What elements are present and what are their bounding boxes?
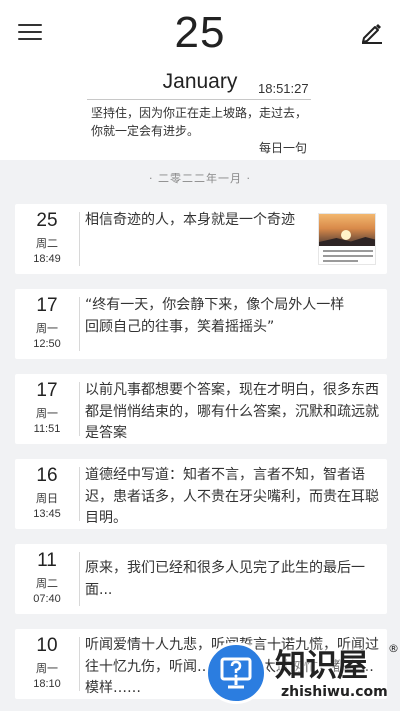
entry-day: 16	[36, 465, 58, 486]
entry-date: 11 周二 07:40	[15, 544, 79, 614]
entry-time: 07:40	[33, 593, 61, 605]
entry-weekday: 周一	[36, 322, 58, 335]
entry-time: 13:45	[33, 508, 61, 520]
entry-card[interactable]: 25 周二 18:49 相信奇迹的人，本身就是一个奇迹	[15, 204, 387, 274]
entry-weekday: 周一	[36, 662, 58, 675]
entry-text: 道德经中写道：知者不言，言者不知，智者语迟，患者话多，人不贵在牙尖嘴利，而贵在耳…	[85, 467, 379, 526]
watermark-circle	[205, 642, 267, 704]
entry-divider	[79, 552, 80, 606]
watermark-registered-mark: ®	[388, 642, 399, 655]
entry-weekday: 周日	[36, 492, 58, 505]
entry-divider	[79, 382, 80, 436]
entry-text: 原来，我们已经和很多人见完了此生的最后一面...	[85, 560, 365, 598]
entry-card[interactable]: 17 周一 12:50 “终有一天，你会静下来，像个局外人一样回顾自己的往事，笑…	[15, 289, 387, 359]
watermark-url: zhishiwu.com	[281, 684, 388, 700]
entry-divider	[79, 212, 80, 266]
entry-day: 25	[36, 210, 58, 231]
entry-card[interactable]: 17 周一 11:51 以前凡事都想要个答案，现在才明白，很多东西都是悄悄结束的…	[15, 374, 387, 444]
header-divider	[87, 99, 311, 100]
current-time: 18:51:27	[258, 81, 309, 96]
daily-quote-label: 每日一句	[259, 141, 308, 155]
current-month: January	[162, 70, 238, 93]
entry-day: 17	[36, 295, 58, 316]
entry-weekday: 周二	[36, 577, 58, 590]
pencil-edit-icon[interactable]	[360, 21, 384, 45]
entry-weekday: 周二	[36, 237, 58, 250]
entry-date: 16 周日 13:45	[15, 459, 79, 529]
current-day: 25	[174, 8, 226, 57]
entry-date: 10 周一 18:10	[15, 629, 79, 699]
entry-date: 17 周一 12:50	[15, 289, 79, 359]
entry-date: 17 周一 11:51	[15, 374, 79, 444]
thumbnail-caption-lines	[323, 250, 373, 264]
entry-weekday: 周一	[36, 407, 58, 420]
entry-thumbnail[interactable]	[318, 213, 376, 265]
entry-text: 相信奇迹的人，本身就是一个奇迹	[85, 212, 295, 228]
entry-day: 11	[37, 550, 57, 571]
entry-divider	[79, 467, 80, 521]
entry-time: 18:10	[33, 678, 61, 690]
entry-day: 17	[36, 380, 58, 401]
entry-text: 以前凡事都想要个答案，现在才明白，很多东西都是悄悄结束的，哪有什么答案，沉默和疏…	[85, 382, 379, 441]
app-header: 25 January 18:51:27 坚持住，因为你正在走上坡路，走过去，你就…	[0, 0, 400, 160]
watermark-name: 知识屋	[275, 648, 368, 684]
question-mark-monitor-icon	[220, 657, 252, 689]
entry-divider	[79, 637, 80, 691]
entry-card[interactable]: 11 周二 07:40 原来，我们已经和很多人见完了此生的最后一面...	[15, 544, 387, 614]
entry-card[interactable]: 16 周日 13:45 道德经中写道：知者不言，言者不知，智者语迟，患者话多，人…	[15, 459, 387, 529]
month-divider: · 二零二二年一月 ·	[149, 172, 251, 185]
entry-time: 18:49	[33, 253, 61, 265]
entry-time: 12:50	[33, 338, 61, 350]
sun-shape	[341, 230, 351, 240]
entry-time: 11:51	[33, 423, 61, 435]
entry-divider	[79, 297, 80, 351]
entry-day: 10	[36, 635, 58, 656]
entry-date: 25 周二 18:49	[15, 204, 79, 274]
entry-text: “终有一天，你会静下来，像个局外人一样回顾自己的往事，笑着摇摇头”	[85, 297, 345, 335]
watermark-logo: 知识屋 ® zhishiwu.com	[205, 636, 400, 711]
daily-quote: 坚持住，因为你正在走上坡路，走过去，你就一定会有进步。	[91, 106, 308, 138]
